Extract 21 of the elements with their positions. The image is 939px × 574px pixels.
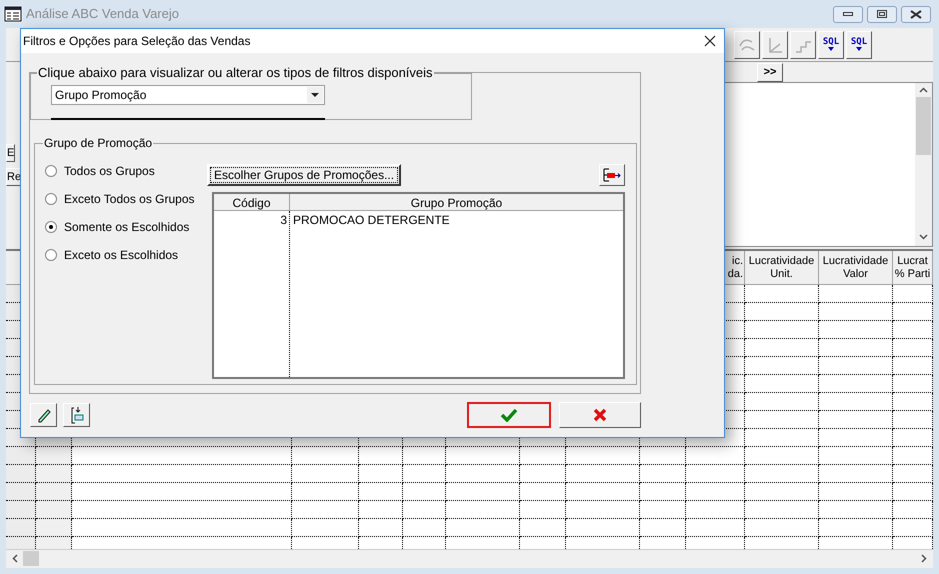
group-legend: Grupo de Promoção [43, 136, 154, 150]
column-header: Lucratividade Valor [819, 251, 893, 285]
column-header: Código [214, 194, 290, 210]
sql-button[interactable]: SQL [846, 30, 872, 58]
next-tab-button[interactable]: >> [757, 63, 783, 82]
column-header: Grupo Promoção [410, 195, 504, 210]
radio-label: Exceto os Escolhidos [64, 247, 178, 264]
radio-label: Somente os Escolhidos [64, 219, 190, 236]
radio-label: Todos os Grupos [64, 163, 155, 180]
group-legend: Clique abaixo para visualizar ou alterar os tipos de filtros disponíveis [37, 65, 434, 81]
dialog-title: Filtros e Opções para Seleção das Vendas [23, 33, 250, 50]
choose-groups-button[interactable]: Escolher Grupos de Promoções... [207, 164, 402, 186]
side-button[interactable]: E [6, 144, 16, 162]
table-cell-text: PROMOCAO DETERGENTE [292, 212, 451, 227]
sql-button[interactable]: SQL [818, 30, 844, 58]
table-cell-text: 3 [279, 212, 288, 227]
column-header: Lucrat % Parti [893, 251, 933, 285]
radio-label: Exceto Todos os Grupos [64, 191, 195, 208]
window-title: Análise ABC Venda Varejo [26, 5, 179, 24]
column-header: Lucratividade Unit. [745, 251, 819, 285]
filter-dropdown[interactable]: Grupo Promoção [51, 85, 325, 105]
